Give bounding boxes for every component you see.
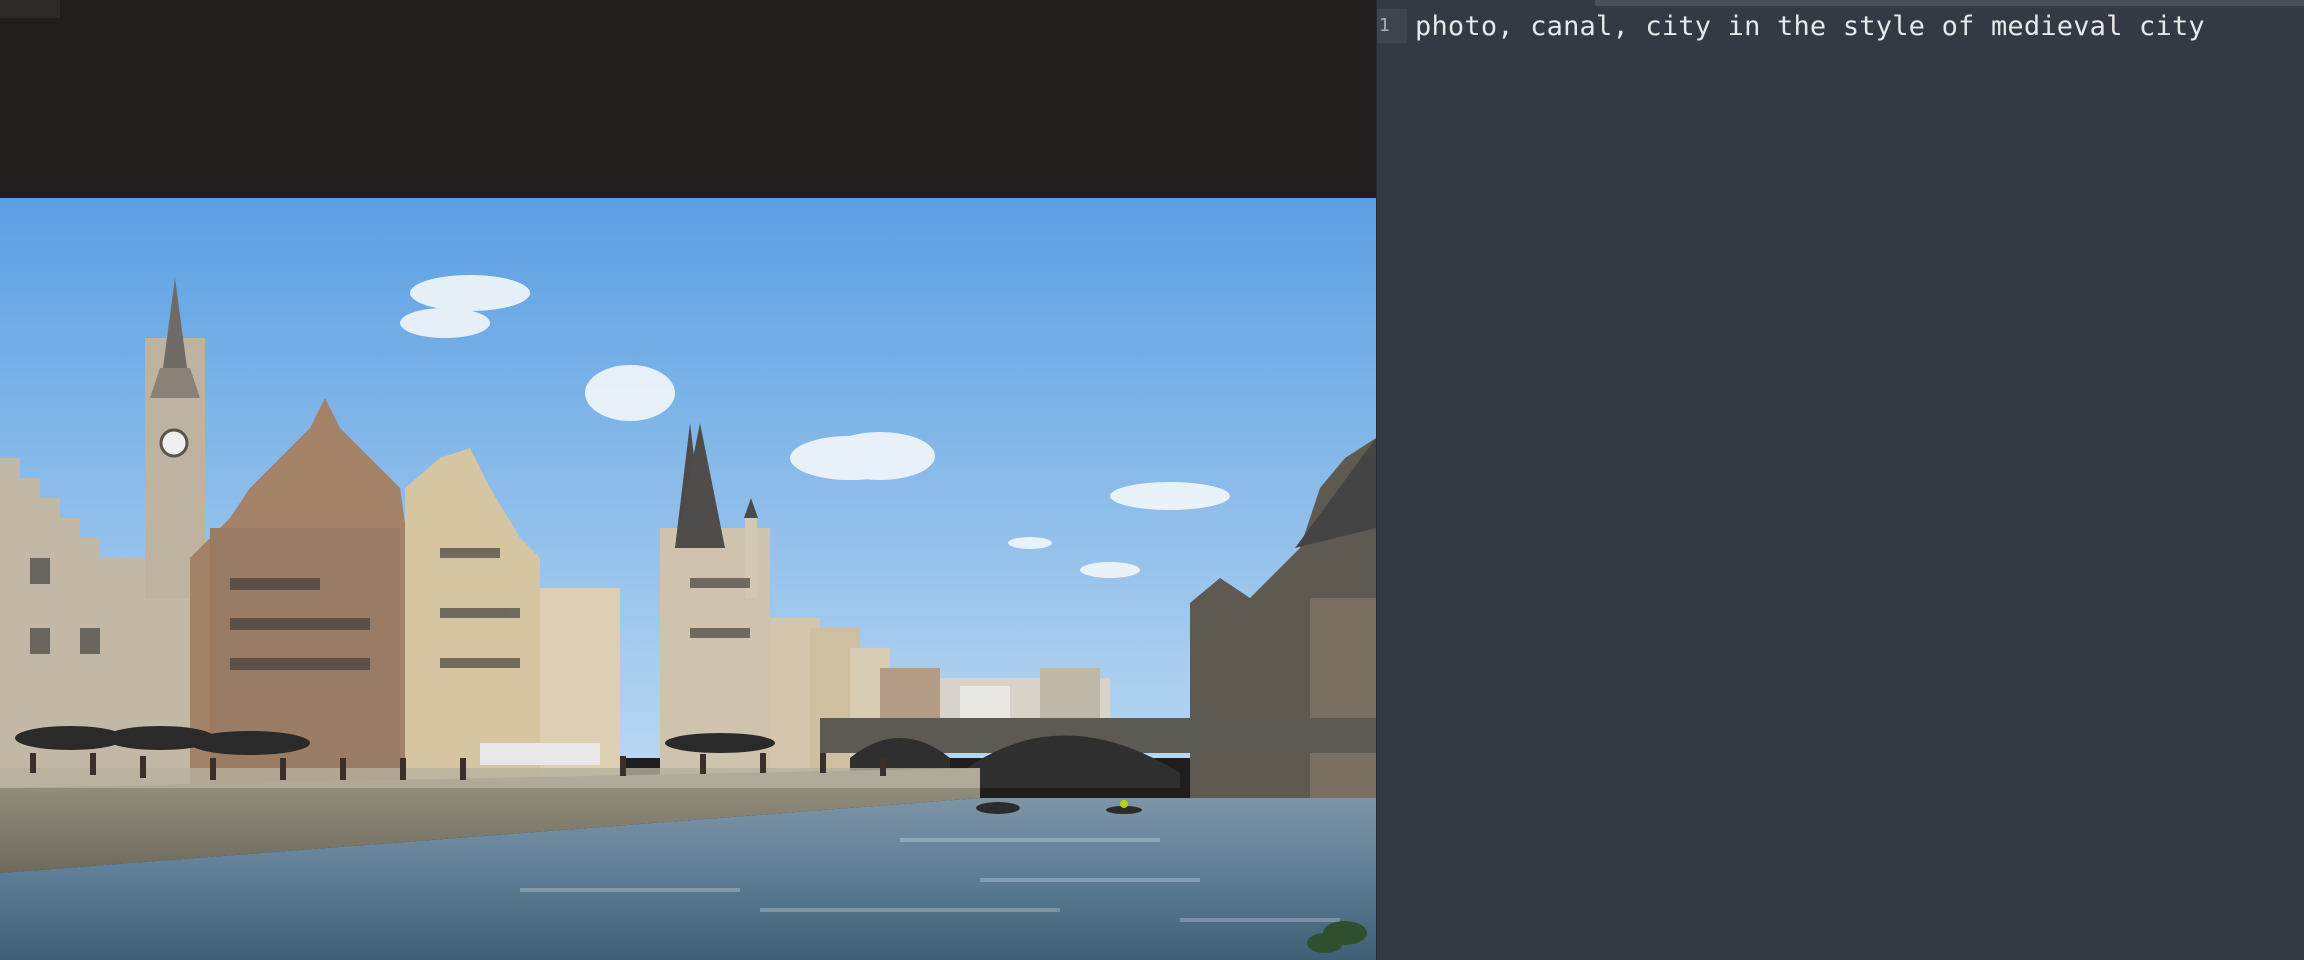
image-preview-pane <box>0 0 1376 960</box>
prompt-editor-pane[interactable]: 1 photo, canal, city in the style of med… <box>1376 0 2304 960</box>
tab-stub[interactable] <box>0 0 60 18</box>
app-window: 1 photo, canal, city in the style of med… <box>0 0 2304 960</box>
photo-illustration <box>0 198 1376 960</box>
prompt-line-1[interactable]: 1 photo, canal, city in the style of med… <box>1377 8 2205 44</box>
preview-header-area <box>0 0 1376 198</box>
line-number: 1 <box>1377 9 1407 43</box>
prompt-text[interactable]: photo, canal, city in the style of medie… <box>1415 11 2205 42</box>
canal-city-photo <box>0 198 1376 960</box>
top-scrollbar[interactable] <box>1595 0 2304 6</box>
quay-top <box>0 768 980 788</box>
